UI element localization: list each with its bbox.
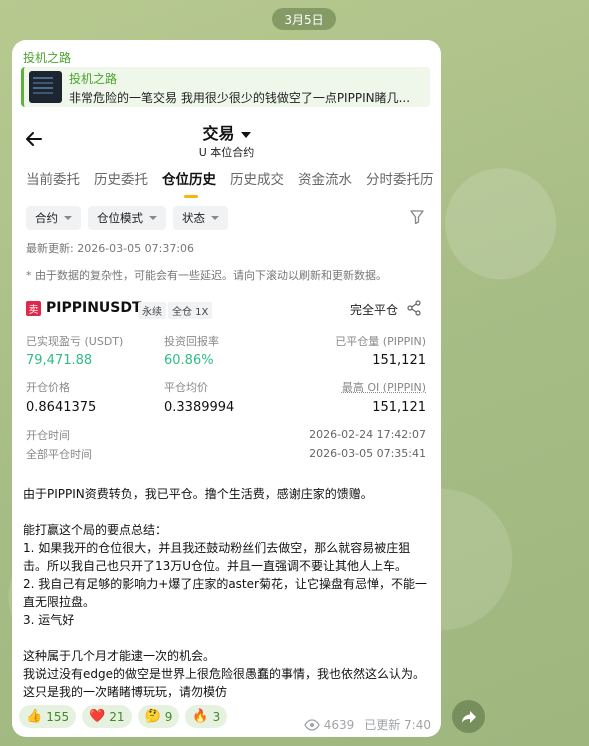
reaction-count: 155 [46, 709, 70, 724]
closed-qty-value: 151,121 [372, 353, 426, 368]
message-line: 由于PIPPIN资费转负，我已平仓。撸个生活费，感谢庄家的馈赠。 [23, 487, 373, 501]
reaction-thumbs-up[interactable]: 👍 155 [19, 705, 77, 728]
margin-mode-tag: 全仓 1X [168, 302, 213, 319]
tab-bar: 当前委托 历史委托 仓位历史 历史成交 资金流水 分时委托历 [26, 168, 441, 198]
filter-label: 仓位模式 [97, 211, 143, 225]
reaction-count: 9 [164, 709, 173, 724]
message-line: 我说过没有edge的做空是世界上很危险很愚蠢的事情，我也依然这么认为。这只是我的… [23, 667, 426, 699]
reaction-count: 3 [212, 709, 221, 724]
tab-trade-history: 历史成交 [230, 172, 284, 188]
roi-value: 60.86% [164, 353, 214, 368]
closed-qty-label: 已平仓量 (PIPPIN) [335, 335, 426, 348]
thumbs-up-icon: 👍 [26, 709, 43, 724]
max-oi-label: 最高 OI (PIPPIN) [341, 381, 426, 394]
last-updated: 最新更新: 2026-03-05 07:37:06 [26, 242, 195, 255]
filter-status: 状态 [173, 206, 228, 230]
funnel-icon [410, 210, 424, 225]
view-count: 4639 [323, 717, 355, 732]
filter-contract: 合约 [26, 206, 81, 230]
open-price-label: 开仓价格 [26, 381, 70, 394]
caret-down-icon [240, 131, 251, 138]
page-subtitle: U 本位合约 [198, 146, 255, 159]
sell-badge: 卖 [26, 301, 41, 316]
max-oi-value: 151,121 [372, 400, 426, 415]
chevron-down-icon [211, 216, 219, 220]
message-meta: 4639 已更新 7:40 [303, 716, 431, 733]
filter-label: 状态 [182, 211, 205, 225]
message-heading: 能打赢这个局的要点总结： [23, 523, 168, 537]
open-time-label: 开仓时间 [26, 429, 70, 442]
open-time-value: 2026-02-24 17:42:07 [309, 428, 426, 441]
date-pill: 3月5日 [272, 8, 336, 30]
open-price-value: 0.8641375 [26, 400, 97, 415]
filter-label: 合约 [35, 211, 58, 225]
tab-position-history: 仓位历史 [162, 168, 216, 198]
reaction-fire[interactable]: 🔥 3 [185, 705, 228, 728]
reply-thumbnail [29, 71, 62, 103]
message-point: 1. 如果我开的仓位很大，并且我还鼓动粉丝们去做空，那么就容易被庄狙击。所以我自… [23, 541, 411, 573]
thinking-face-icon: 🤔 [144, 709, 161, 724]
heart-icon: ❤️ [89, 709, 106, 724]
eye-icon [303, 718, 320, 731]
delay-notice: * 由于数据的复杂性，可能会有一些延迟。请向下滚动以刷新和更新数据。 [26, 269, 387, 282]
chevron-down-icon [64, 216, 72, 220]
message-point: 3. 运气好 [23, 613, 75, 627]
realized-pnl-value: 79,471.88 [26, 353, 93, 368]
reply-title: 投机之路 [69, 72, 118, 86]
share-icon [407, 300, 421, 316]
tab-current-orders: 当前委托 [26, 172, 80, 188]
fire-icon: 🔥 [192, 709, 209, 724]
reactions-bar: 👍 155 ❤️ 21 🤔 9 🔥 3 [19, 705, 233, 728]
message-point: 2. 我自己有足够的影响力+爆了庄家的aster菊花，让它操盘有忌惮，不能一直无… [23, 577, 427, 609]
roi-label: 投资回报率 [164, 335, 219, 348]
forward-button[interactable] [452, 700, 485, 733]
tab-order-history: 历史委托 [94, 172, 148, 188]
tab-funding-flow: 资金流水 [298, 172, 352, 188]
message-text: 由于PIPPIN资费转负，我已平仓。撸个生活费，感谢庄家的馈赠。 能打赢这个局的… [23, 485, 433, 701]
position-header: 卖 PIPPINUSDT 永续 全仓 1X 完全平仓 [26, 300, 426, 320]
message-bubble[interactable]: 投机之路 投机之路 非常危险的一笔交易 我用很少很少的钱做空了一点PIPPIN睹… [12, 40, 441, 737]
close-time-value: 2026-03-05 07:35:41 [309, 447, 426, 460]
filter-position-mode: 仓位模式 [88, 206, 166, 230]
chevron-down-icon [149, 216, 157, 220]
message-line: 这种属于几个月才能逮一次的机会。 [23, 649, 216, 663]
sender-name[interactable]: 投机之路 [23, 49, 71, 66]
reply-text: 非常危险的一笔交易 我用很少很少的钱做空了一点PIPPIN睹几... [69, 91, 411, 105]
page-title: 交易 [12, 120, 441, 144]
page-title-text: 交易 [202, 124, 235, 143]
perpetual-tag: 永续 [138, 302, 166, 319]
reaction-count: 21 [109, 709, 125, 724]
avg-close-value: 0.3389994 [164, 400, 235, 415]
reaction-thinking[interactable]: 🤔 9 [137, 705, 180, 728]
close-status: 完全平仓 [349, 303, 398, 317]
reaction-heart[interactable]: ❤️ 21 [82, 705, 132, 728]
avg-close-label: 平仓均价 [164, 381, 208, 394]
tab-twap-history: 分时委托历 [366, 172, 434, 188]
forward-arrow-icon [461, 710, 476, 723]
close-time-label: 全部平仓时间 [26, 448, 92, 461]
realized-pnl-label: 已实现盈亏 (USDT) [26, 335, 124, 348]
reply-preview[interactable]: 投机之路 非常危险的一笔交易 我用很少很少的钱做空了一点PIPPIN睹几... [21, 67, 430, 107]
filter-bar: 合约 仓位模式 状态 [26, 206, 235, 230]
symbol-name: PIPPINUSDT [46, 300, 142, 316]
edited-time: 已更新 7:40 [364, 718, 431, 732]
